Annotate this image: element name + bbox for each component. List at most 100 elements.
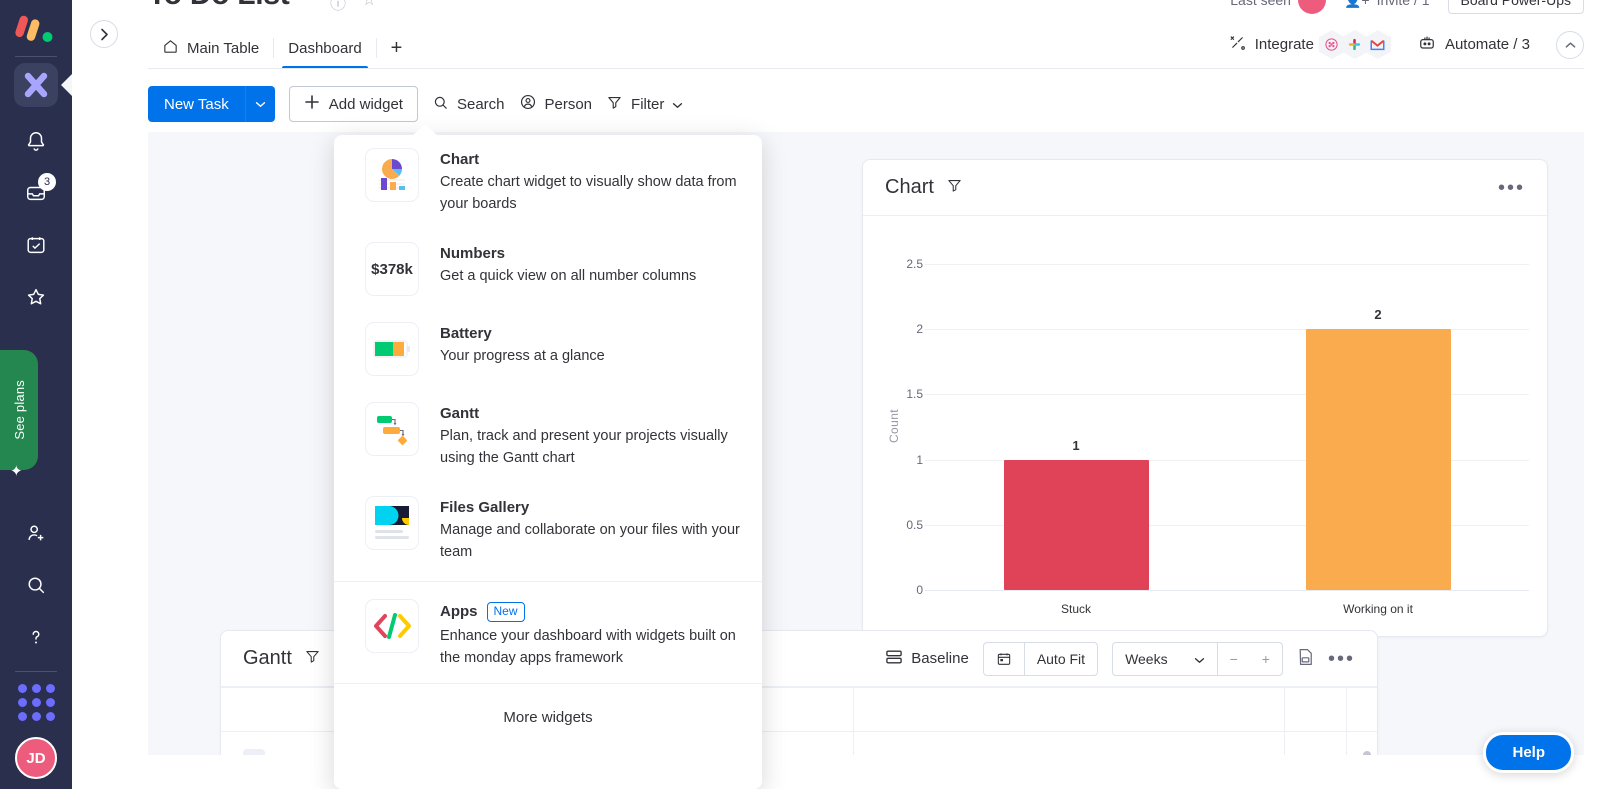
add-widget-menu-item[interactable]: Apps New Enhance your dashboard with widge… <box>334 586 762 683</box>
chart-title-group: Chart <box>885 176 963 199</box>
chevron-down-icon[interactable] <box>246 101 275 108</box>
dropdown-arrow <box>412 124 438 136</box>
board-header-right: Last seen 👤+ Invite / 1 Board Power-Ups <box>1230 0 1584 14</box>
numbers-widget-icon: $378k <box>366 243 418 296</box>
chart-bar-value-label: 1 <box>1072 437 1080 453</box>
menu-item-title: Numbers <box>440 245 506 263</box>
chart-bar[interactable] <box>1305 329 1451 590</box>
gantt-widget-icon <box>366 403 418 456</box>
add-widget-menu-item[interactable]: Files Gallery Manage and collaborate on y… <box>334 483 762 577</box>
zoom-out-button[interactable]: − <box>1218 643 1250 675</box>
person-label: Person <box>544 95 593 113</box>
gantt-toolbar: Baseline Auto Fit Weeks − + ••• <box>885 641 1355 676</box>
chart-grid-area: 1 Stuck 2 Working on it <box>925 216 1529 636</box>
invite-label: Invite / 1 <box>1376 0 1430 8</box>
slack-icon[interactable] <box>1341 30 1368 59</box>
star-icon <box>25 286 47 313</box>
zoom-level-select[interactable]: Weeks <box>1113 643 1217 675</box>
invite-button[interactable]: 👤+ Invite / 1 <box>1344 0 1430 9</box>
notifications[interactable] <box>12 119 60 167</box>
chart-y-tick-label: 0 <box>916 583 923 597</box>
add-widget-label: Add widget <box>328 95 403 113</box>
baseline-button[interactable]: Baseline <box>885 649 969 669</box>
app-root: 3 See plans ✦ JD ⓘ ☆ Last seen Invite / … <box>0 0 1600 789</box>
battery-widget-icon <box>366 323 418 376</box>
person-button[interactable]: Person <box>519 93 593 115</box>
favorites[interactable] <box>12 275 60 323</box>
add-tab-button[interactable]: + <box>377 38 417 58</box>
apps-widget-icon <box>366 600 418 653</box>
expand-sidebar-button[interactable] <box>90 20 118 48</box>
add-widget-menu-item[interactable]: Gantt Plan, track and present your projec… <box>334 389 762 483</box>
chart-y-tick-label: 1 <box>916 452 923 467</box>
chart-y-tick-label: 1.5 <box>906 387 923 402</box>
add-widget-menu-item[interactable]: Chart Create chart widget to visually sho… <box>334 135 762 229</box>
gmail-icon[interactable] <box>1364 30 1391 59</box>
main-area: To Do List ⓘ ☆ Last seen 👤+ Invite / 1 B… <box>72 0 1600 789</box>
zoom-in-button[interactable]: + <box>1250 643 1282 675</box>
menu-item-title: Battery <box>440 325 492 343</box>
monday-logo[interactable] <box>14 14 58 46</box>
menu-item-description: Plan, track and present your projects vi… <box>440 428 728 467</box>
board-power-ups-button[interactable]: Board Power-Ups <box>1447 0 1584 14</box>
tab-dashboard[interactable]: Dashboard <box>274 28 375 69</box>
menu-item-description: Manage and collaborate on your files wit… <box>440 522 740 561</box>
chevron-down-icon <box>1194 651 1205 667</box>
search[interactable] <box>12 563 60 611</box>
see-plans-button[interactable]: See plans <box>0 350 38 470</box>
dribbble-icon[interactable] <box>1318 30 1345 59</box>
board-header: To Do List ⓘ ☆ Last seen 👤+ Invite / 1 B… <box>72 0 1600 76</box>
chart-bar-value-label: 2 <box>1374 307 1382 323</box>
inbox[interactable]: 3 <box>12 171 60 219</box>
workspace-avatar[interactable] <box>14 63 58 107</box>
board-tabs: Main Table Dashboard + <box>148 28 417 69</box>
automate-label: Automate / 3 <box>1444 36 1530 53</box>
chart-widget-title: Chart <box>885 176 934 198</box>
more-widgets-button[interactable]: More widgets <box>334 682 762 751</box>
search-icon <box>432 94 449 115</box>
tabs-underline <box>148 68 1584 69</box>
search-button[interactable]: Search <box>432 94 505 115</box>
files-gallery-widget-icon <box>366 497 418 550</box>
calendar-icon[interactable] <box>984 643 1024 675</box>
export-button[interactable] <box>1297 648 1314 670</box>
collapse-header-button[interactable] <box>1556 30 1584 59</box>
help-button[interactable]: Help <box>1483 732 1574 773</box>
info-icon[interactable]: ⓘ <box>330 0 346 14</box>
menu-item-title: Files Gallery <box>440 499 530 517</box>
chevron-down-icon[interactable] <box>672 96 683 113</box>
my-work[interactable] <box>12 223 60 271</box>
add-widget-menu-item[interactable]: $378k Numbers Get a quick view on all numb… <box>334 229 762 309</box>
filter-button[interactable]: Filter <box>606 94 683 115</box>
apps-grid[interactable] <box>17 684 55 721</box>
last-seen-label: Last seen <box>1230 0 1291 8</box>
tab-dashboard-label: Dashboard <box>288 39 362 57</box>
chart-y-tick-label: 0.5 <box>906 517 923 532</box>
add-widget-button[interactable]: Add widget <box>288 86 418 122</box>
baseline-label: Baseline <box>911 650 969 667</box>
chart-bar[interactable] <box>1003 459 1149 590</box>
help[interactable] <box>12 615 60 663</box>
filter-icon[interactable] <box>946 177 963 199</box>
filter-label: Filter <box>631 95 665 113</box>
last-seen-avatar[interactable] <box>1297 0 1326 14</box>
avatar[interactable]: JD <box>15 737 57 779</box>
menu-item-description: Your progress at a glance <box>440 348 605 365</box>
automate-button[interactable]: Automate / 3 <box>1417 33 1530 57</box>
chart-y-tick-label: 2.5 <box>906 257 923 271</box>
new-task-button[interactable]: New Task <box>148 86 275 122</box>
filter-icon[interactable] <box>304 648 321 670</box>
bottom-strip <box>72 755 1600 789</box>
tab-main-table[interactable]: Main Table <box>148 28 273 68</box>
add-widget-menu-item[interactable]: Battery Your progress at a glance <box>334 309 762 389</box>
chart-widget-icon <box>366 149 418 201</box>
menu-item-description: Create chart widget to visually show dat… <box>440 174 737 213</box>
auto-fit-button[interactable]: Auto Fit <box>1025 643 1097 675</box>
help-icon <box>25 626 47 653</box>
integrate-button[interactable]: Integrate <box>1228 30 1391 59</box>
favorite-star-icon[interactable]: ☆ <box>362 0 376 14</box>
gantt-zoom-group: Weeks − + <box>1112 641 1283 676</box>
invite-members[interactable] <box>12 511 60 559</box>
tab-main-table-label: Main Table <box>187 39 260 57</box>
search-label: Search <box>456 95 505 113</box>
